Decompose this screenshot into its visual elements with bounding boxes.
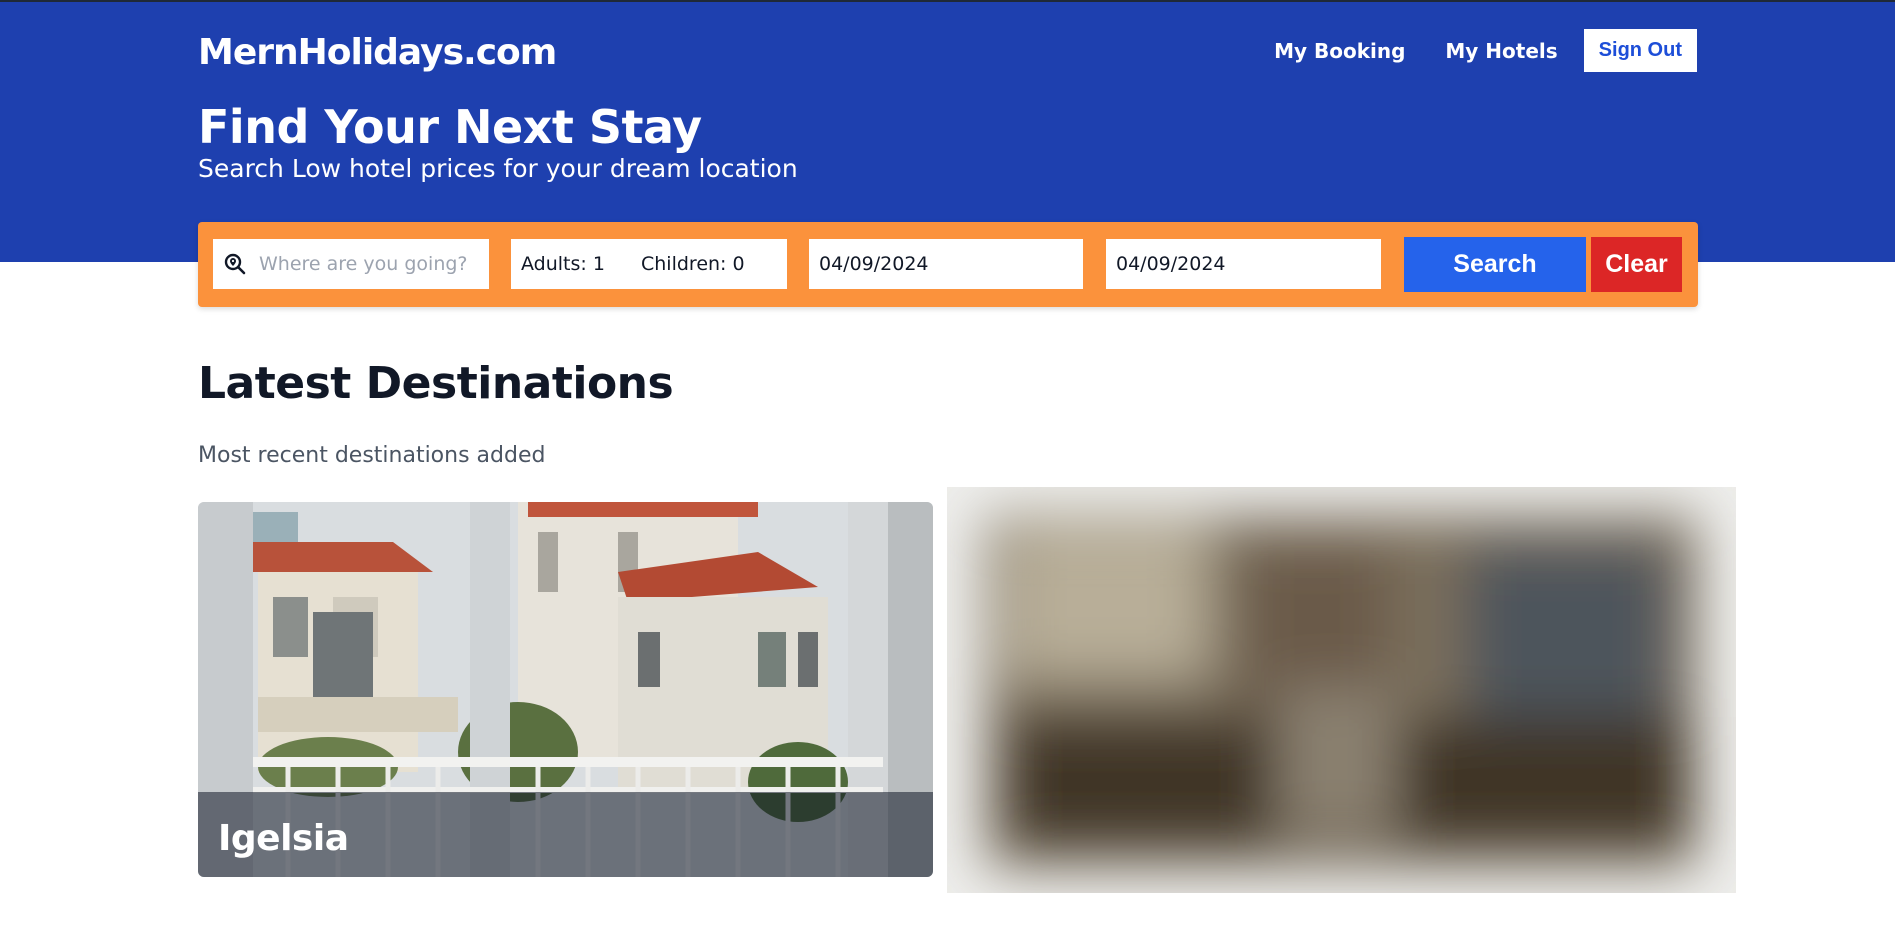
hero-title: Find Your Next Stay	[198, 100, 702, 154]
search-bar: Where are you going? Adults: 1 Children:…	[198, 222, 1698, 307]
site-logo[interactable]: MernHolidays.com	[198, 32, 557, 73]
adults-input[interactable]: Adults: 1	[521, 253, 641, 275]
destination-card[interactable]: Igelsia	[198, 502, 933, 877]
nav-my-hotels-link[interactable]: My Hotels	[1425, 39, 1577, 63]
hero-subtitle: Search Low hotel prices for your dream l…	[198, 154, 798, 183]
page: MernHolidays.com My Booking My Hotels Si…	[0, 0, 1895, 952]
destination-input[interactable]: Where are you going?	[213, 239, 489, 289]
destination-name: Igelsia	[218, 818, 349, 859]
latest-destinations-subtitle: Most recent destinations added	[198, 443, 546, 468]
top-nav: My Booking My Hotels Sign Out	[1254, 29, 1697, 72]
guests-field: Adults: 1 Children: 0	[511, 239, 787, 289]
check-out-date-input[interactable]: 04/09/2024	[1106, 239, 1381, 289]
destination-card[interactable]	[947, 487, 1736, 893]
latest-destinations-title: Latest Destinations	[198, 358, 674, 409]
nav-my-booking-link[interactable]: My Booking	[1254, 39, 1425, 63]
clear-button[interactable]: Clear	[1591, 237, 1682, 292]
children-input[interactable]: Children: 0	[641, 253, 745, 275]
destination-placeholder: Where are you going?	[259, 253, 468, 275]
sign-out-button[interactable]: Sign Out	[1583, 29, 1697, 72]
location-search-icon	[224, 253, 246, 275]
search-button[interactable]: Search	[1404, 237, 1586, 292]
check-in-date-input[interactable]: 04/09/2024	[809, 239, 1083, 289]
destination-photo	[947, 487, 1736, 893]
